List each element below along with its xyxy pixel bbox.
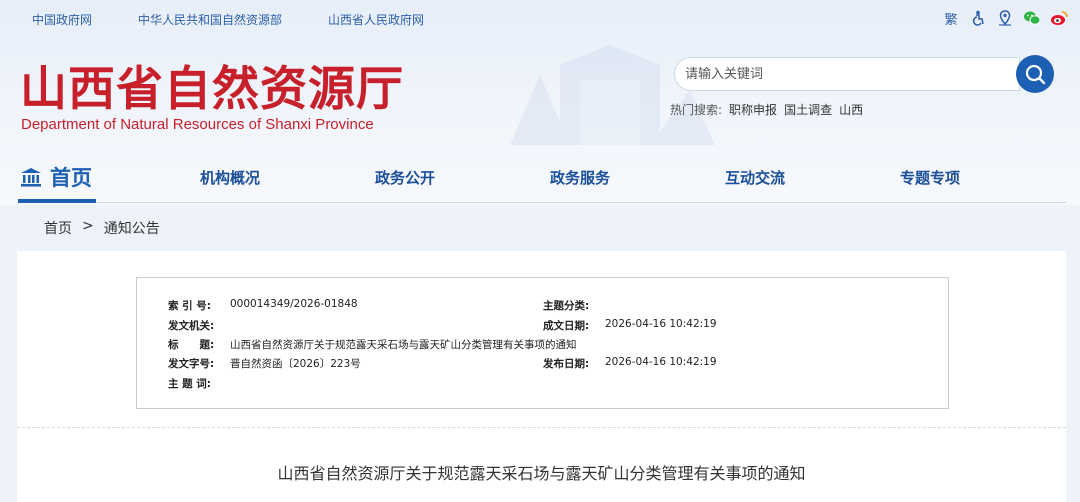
nav-active-indicator [18,199,96,203]
site-logo-chinese[interactable]: 山西省自然资源厅 [20,50,404,119]
category-label: 主题分类: [543,300,590,312]
title-value: 山西省自然资源厅关于规范露天采石场与露天矿山分类管理有关事项的通知 [230,339,577,351]
hot-search-item[interactable]: 山西 [839,101,863,118]
issuer-label: 发文机关: [168,320,215,332]
published-date-label: 发布日期: [543,358,590,370]
content-panel: 索 引 号: 000014349/2026-01848 主题分类: 发文机关: … [17,251,1066,502]
search-input[interactable] [674,57,1020,91]
info-row: 主 题 词: [168,376,928,392]
top-links: 中国政府网 中华人民共和国自然资源部 山西省人民政府网 [32,11,470,28]
index-value: 000014349/2026-01848 [230,298,358,310]
hot-search-item[interactable]: 国土调查 [784,101,832,118]
document-title: 山西省自然资源厅关于规范露天采石场与露天矿山分类管理有关事项的通知 [277,464,806,483]
link-gov-cn[interactable]: 中国政府网 [32,11,92,28]
search-button[interactable] [1016,55,1054,93]
breadcrumb: 首页 > 通知公告 [44,218,160,238]
breadcrumb-home[interactable]: 首页 [44,218,72,238]
index-label: 索 引 号: [168,300,212,312]
accessibility-tools: 繁 [933,9,1068,28]
link-shanxi-gov[interactable]: 山西省人民政府网 [328,11,424,28]
breadcrumb-current[interactable]: 通知公告 [104,218,160,238]
main-nav: 首页 机构概况 政务公开 政务服务 互动交流 专题专项 [0,160,1080,205]
wechat-icon[interactable] [1023,9,1041,27]
nav-divider [18,202,1066,203]
info-row: 标 题: 山西省自然资源厅关于规范露天采石场与露天矿山分类管理有关事项的通知 [168,337,928,353]
government-building-icon [21,168,41,187]
nav-item-public-affairs[interactable]: 政务公开 [375,167,435,188]
hot-search: 热门搜索: 职称申报 国土调查 山西 [670,101,863,118]
nav-item-interaction[interactable]: 互动交流 [725,167,785,188]
info-row: 发文机关: 成文日期: 2026-04-16 10:42:19 [168,318,928,334]
dashed-divider [17,427,1066,428]
nav-home[interactable]: 首页 [20,162,92,192]
hot-search-label: 热门搜索: [670,103,723,117]
nav-home-label: 首页 [50,166,92,190]
link-mnr[interactable]: 中华人民共和国自然资源部 [138,11,282,28]
location-icon[interactable] [996,9,1014,27]
site-logo-english: Department of Natural Resources of Shanx… [21,116,374,133]
published-date-value: 2026-04-16 10:42:19 [605,356,717,368]
created-date-value: 2026-04-16 10:42:19 [605,318,717,330]
hot-search-item[interactable]: 职称申报 [729,101,777,118]
title-label: 标 题: [168,339,215,351]
nav-item-organization[interactable]: 机构概况 [200,167,260,188]
info-row: 发文字号: 晋自然资函〔2026〕223号 发布日期: 2026-04-16 1… [168,356,928,372]
weibo-icon[interactable] [1050,9,1068,27]
traditional-chinese-toggle[interactable]: 繁 [942,9,960,28]
keywords-label: 主 题 词: [168,378,212,390]
created-date-label: 成文日期: [543,320,590,332]
nav-item-topics[interactable]: 专题专项 [900,167,960,188]
nav-item-services[interactable]: 政务服务 [550,167,610,188]
search-icon [1025,64,1046,85]
accessibility-icon[interactable] [969,9,987,27]
info-row: 索 引 号: 000014349/2026-01848 主题分类: [168,298,928,314]
doc-number-label: 发文字号: [168,358,215,370]
doc-number-value: 晋自然资函〔2026〕223号 [230,358,361,370]
document-info-box: 索 引 号: 000014349/2026-01848 主题分类: 发文机关: … [136,277,949,409]
breadcrumb-separator: > [82,218,94,234]
